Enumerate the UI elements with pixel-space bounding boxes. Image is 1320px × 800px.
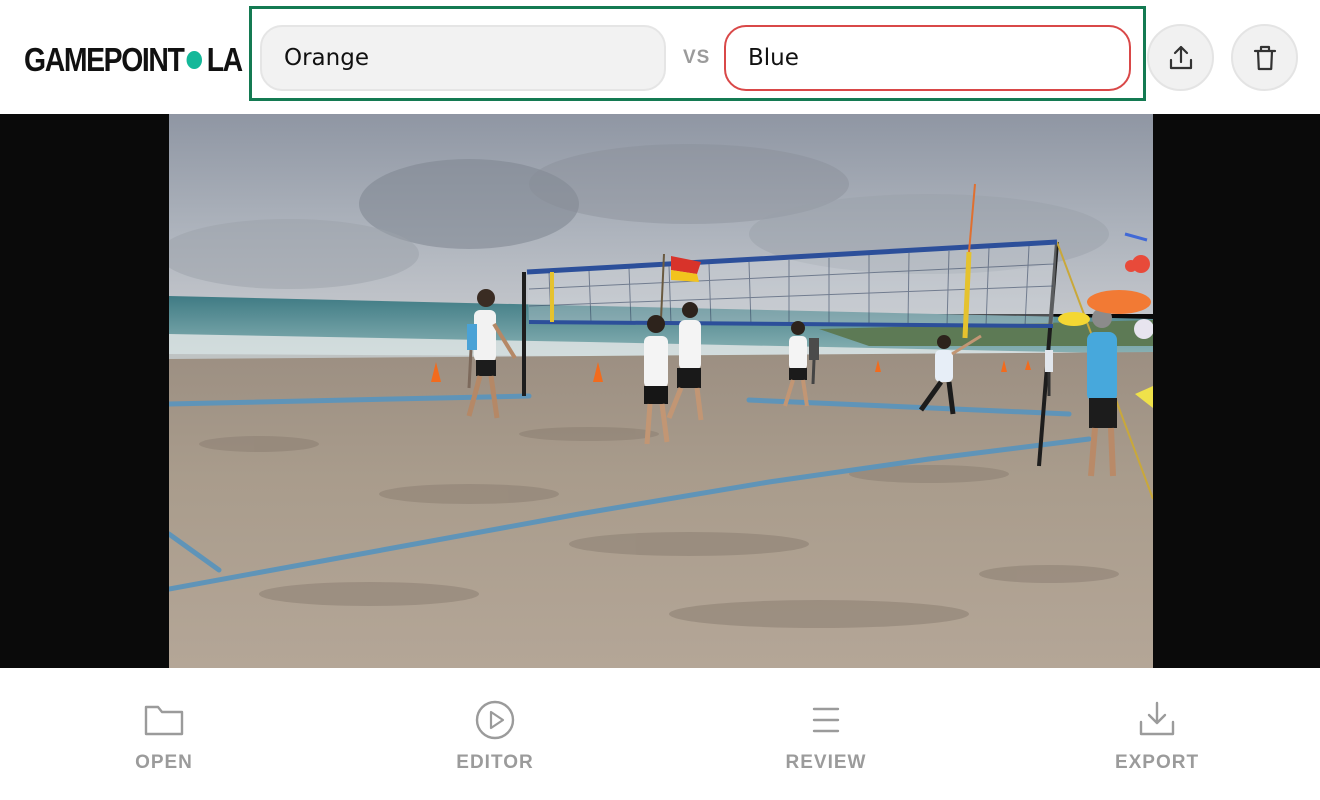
nav-review-label: REVIEW	[785, 752, 867, 773]
upload-icon	[1169, 45, 1192, 69]
delete-button[interactable]	[1231, 24, 1298, 91]
nav-review[interactable]: REVIEW	[726, 668, 926, 800]
logo-dot	[186, 51, 203, 69]
team-a-input[interactable]	[260, 25, 666, 91]
trash-icon	[1253, 45, 1276, 70]
video-viewer[interactable]	[0, 114, 1320, 668]
download-icon	[1139, 701, 1175, 736]
play-circle-icon	[475, 700, 515, 740]
folder-icon	[144, 705, 184, 736]
list-icon	[812, 707, 840, 733]
logo-text-left: GAMEPOINT	[24, 41, 185, 78]
upload-button[interactable]	[1147, 24, 1214, 91]
nav-editor[interactable]: EDITOR	[395, 668, 595, 800]
app-logo: GAMEPOINT LA	[24, 40, 243, 80]
logo-text-right: LA	[206, 41, 243, 78]
vs-label: VS	[683, 47, 711, 68]
beach-volleyball-scene	[169, 114, 1153, 668]
nav-export-label: EXPORT	[1114, 752, 1200, 773]
video-frame[interactable]	[169, 114, 1153, 668]
team-b-input[interactable]	[724, 25, 1131, 91]
nav-export[interactable]: EXPORT	[1057, 668, 1257, 800]
top-bar: GAMEPOINT LA VS	[0, 0, 1320, 114]
bottom-nav: OPEN EDITOR REVIEW EXPORT	[0, 668, 1320, 800]
nav-open-label: OPEN	[135, 752, 193, 773]
nav-editor-label: EDITOR	[456, 752, 534, 773]
nav-open[interactable]: OPEN	[64, 668, 264, 800]
